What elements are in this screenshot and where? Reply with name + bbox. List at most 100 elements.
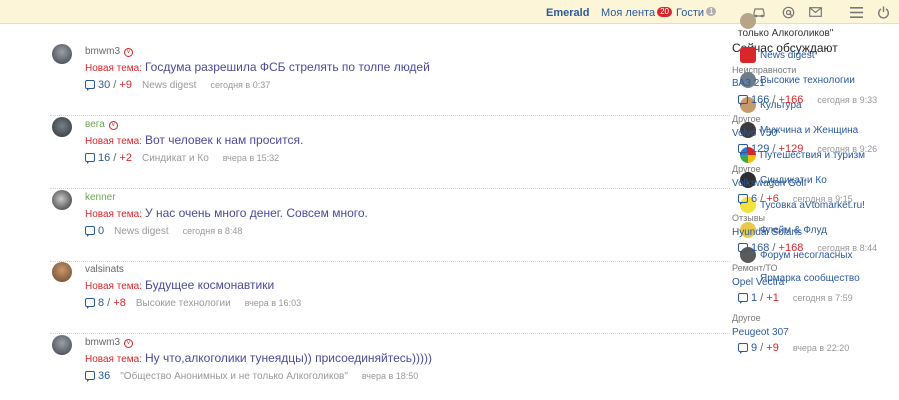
topic-link[interactable]: У нас очень много денег. Совсем много. — [145, 206, 368, 220]
comment-icon — [85, 80, 95, 91]
avatar[interactable] — [52, 190, 72, 210]
topic-link[interactable]: Вот человек к нам просится. — [145, 133, 303, 147]
author[interactable]: bmwm3 v — [85, 46, 134, 57]
car-topic-link[interactable]: Volvo V50 — [732, 128, 777, 139]
comment-icon — [738, 343, 748, 354]
blog-link[interactable]: Высокие технологии — [136, 298, 231, 309]
menu-icon[interactable] — [849, 5, 863, 19]
topic-category: Другое — [732, 164, 761, 174]
feed-item: kenner Новая тема: У нас очень много дене… — [50, 190, 730, 262]
topic-link[interactable]: Будущее космонавтики — [145, 278, 274, 292]
car-topic-link[interactable]: Hyundai Solaris — [732, 227, 802, 238]
comment-icon — [85, 226, 95, 237]
news-digest-icon — [740, 47, 756, 63]
blog-link[interactable]: "Общество Анонимных и не только Алкоголи… — [120, 371, 348, 382]
blog-link[interactable]: News digest — [760, 50, 814, 61]
avatar[interactable] — [52, 44, 72, 64]
author[interactable]: valsinats — [85, 264, 124, 275]
topic-meta: 1 / +1 сегодня в 7:59 — [738, 292, 853, 304]
author-name[interactable]: kenner — [85, 192, 116, 203]
comment-count[interactable]: 36 — [98, 370, 110, 382]
topic-category: Другое — [732, 114, 761, 124]
feed-item: вега v Новая тема: Вот человек к нам проси… — [50, 117, 730, 189]
timestamp: сегодня в 9:33 — [817, 95, 878, 105]
blog-link[interactable]: News digest — [142, 80, 196, 91]
comment-count[interactable]: 30 — [98, 79, 110, 91]
topic-link[interactable]: Госдума разрешила ФСБ стрелять по толпе … — [145, 60, 430, 74]
timestamp: вчера в 15:32 — [222, 153, 280, 163]
car-topic-link[interactable]: Opel Vectra — [732, 277, 784, 288]
timestamp: вчера в 18:50 — [361, 371, 419, 381]
author-name[interactable]: вега — [85, 119, 105, 130]
avatar[interactable] — [52, 262, 72, 282]
topic-category: Ремонт/ТО — [732, 263, 778, 273]
topic-meta: 168 / +168 сегодня в 8:44 — [738, 242, 877, 254]
emerald-link[interactable]: Emerald — [546, 7, 589, 19]
topic-category: Другое — [732, 313, 761, 323]
dropdown-fragment: только Алкоголиков" — [738, 28, 834, 39]
new-comments-count: +6 — [766, 193, 779, 205]
topic-meta: 166 / +166 сегодня в 9:33 — [738, 94, 877, 106]
comment-count[interactable]: 0 — [98, 225, 104, 237]
comment-count[interactable]: 168 — [751, 242, 769, 254]
car-topic-link[interactable]: ВАЗ 21 — [732, 78, 765, 89]
timestamp: сегодня в 9:15 — [792, 194, 853, 204]
new-topic-label: Новая тема: — [85, 281, 142, 292]
topic-meta: 129 / +129 сегодня в 9:26 — [738, 143, 877, 155]
car-topic-link[interactable]: Volkswagen Golf — [732, 178, 807, 189]
new-comments-count: +166 — [778, 94, 804, 106]
author-name[interactable]: valsinats — [85, 264, 124, 275]
author[interactable]: вега v — [85, 119, 118, 130]
timestamp: сегодня в 9:26 — [817, 144, 878, 154]
comment-icon — [738, 144, 748, 155]
my-feed-label: Моя лента — [601, 7, 656, 19]
my-feed-link[interactable]: Моя лента 20 — [601, 7, 672, 19]
car-topic-link[interactable]: Peugeot 307 — [732, 327, 789, 338]
feed-item: bmwm3 v Новая тема: Ну что,алкоголики туне… — [50, 335, 730, 400]
blog-link[interactable]: Высокие технологии — [760, 75, 855, 86]
comment-count[interactable]: 16 — [98, 152, 110, 164]
new-topic-label: Новая тема: — [85, 354, 142, 365]
topic-link[interactable]: Ну что,алкоголики тунеядцы)) присоединяй… — [145, 351, 432, 365]
rating-icon: v — [108, 121, 118, 130]
new-topic-label: Новая тема: — [85, 63, 142, 74]
new-topic-label: Новая тема: — [85, 209, 142, 220]
timestamp: вчера в 16:03 — [244, 298, 302, 308]
avatar[interactable] — [52, 117, 72, 137]
timestamp: вчера в 22:20 — [792, 343, 850, 353]
blog-link[interactable]: News digest — [114, 226, 168, 237]
author-name[interactable]: bmwm3 — [85, 46, 120, 57]
new-comments-count: +1 — [766, 292, 779, 304]
new-comments-count: +8 — [113, 297, 126, 309]
feed-item: bmwm3 v Новая тема: Госдума разрешила ФСБ … — [50, 44, 730, 116]
at-sign-icon[interactable] — [781, 5, 795, 19]
my-feed-badge: 20 — [657, 7, 672, 17]
guests-badge: 1 — [706, 7, 717, 16]
new-topic-label: Новая тема: — [85, 136, 142, 147]
timestamp: сегодня в 7:59 — [792, 293, 853, 303]
power-icon[interactable] — [876, 5, 890, 19]
rating-icon: v — [124, 339, 134, 348]
comment-icon — [85, 153, 95, 164]
blog-link[interactable]: Синдикат и Ко — [142, 153, 209, 164]
avatar[interactable] — [52, 335, 72, 355]
mail-icon[interactable] — [808, 5, 822, 19]
comment-icon — [85, 298, 95, 309]
author[interactable]: bmwm3 v — [85, 337, 134, 348]
author[interactable]: kenner — [85, 192, 116, 203]
comment-count[interactable]: 129 — [751, 143, 769, 155]
comment-icon — [738, 194, 748, 205]
author-name[interactable]: bmwm3 — [85, 337, 120, 348]
rating-icon: v — [124, 48, 134, 57]
topic-meta: 9 / +9 вчера в 22:20 — [738, 342, 849, 354]
topic-category: Отзывы — [732, 213, 765, 223]
feed-item: valsinats Новая тема: Будущее космонавтик… — [50, 262, 730, 334]
timestamp: сегодня в 0:37 — [210, 80, 271, 90]
new-comments-count: +9 — [766, 342, 779, 354]
new-comments-count: +129 — [778, 143, 804, 155]
new-comments-count: +168 — [778, 242, 804, 254]
new-comments-count: +2 — [119, 152, 132, 164]
guests-link[interactable]: Гости 1 — [676, 7, 717, 19]
comment-icon — [738, 243, 748, 254]
comment-count[interactable]: 166 — [751, 94, 769, 106]
